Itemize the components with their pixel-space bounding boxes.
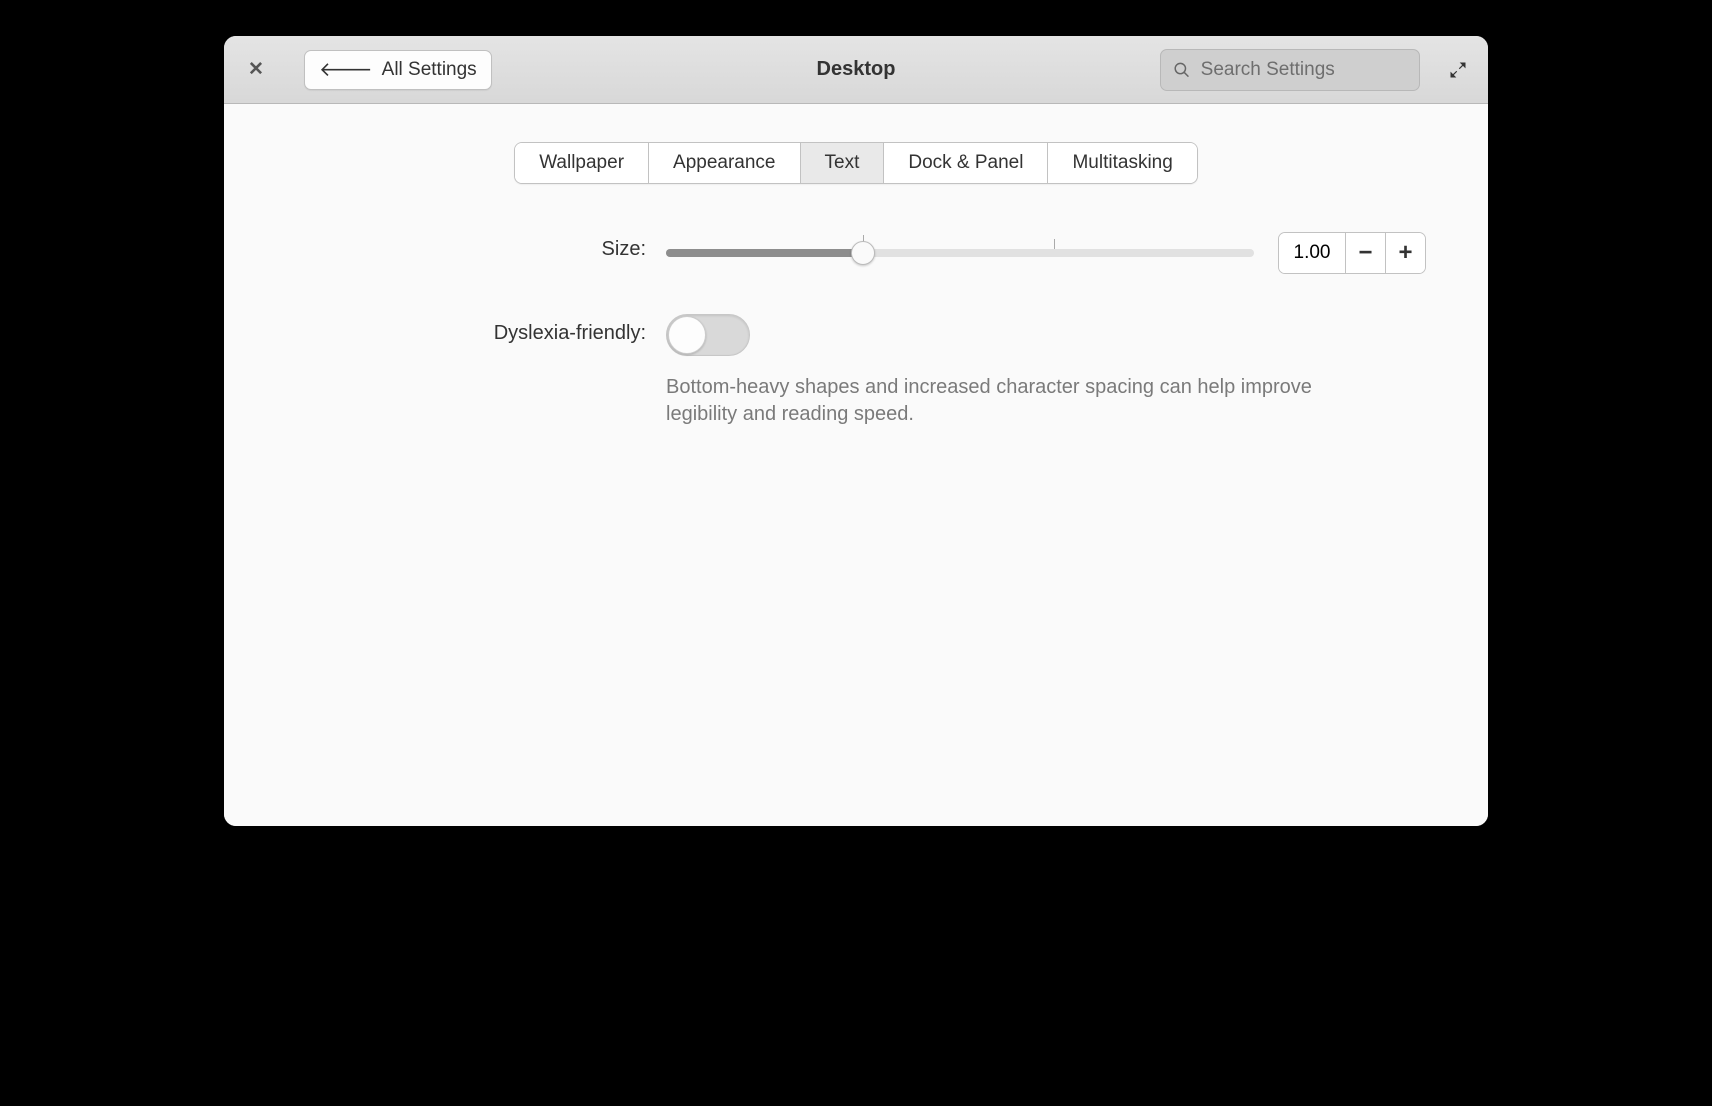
size-decrement-button[interactable]: −: [1345, 233, 1385, 273]
slider-tick-large: [1054, 239, 1055, 249]
slider-fill: [666, 249, 863, 257]
tab-text[interactable]: Text: [800, 143, 884, 183]
close-button[interactable]: ✕: [242, 56, 270, 84]
size-slider[interactable]: [666, 249, 1254, 257]
all-settings-label: All Settings: [382, 59, 477, 81]
slider-track: [666, 249, 1254, 257]
header-right: [1160, 49, 1470, 91]
search-input[interactable]: [1201, 59, 1407, 81]
maximize-button[interactable]: [1446, 58, 1470, 82]
content-area: Wallpaper Appearance Text Dock & Panel M…: [224, 104, 1488, 826]
tab-multitasking[interactable]: Multitasking: [1047, 143, 1196, 183]
close-icon: ✕: [248, 58, 264, 81]
dyslexia-toggle[interactable]: [666, 314, 750, 356]
minus-icon: −: [1358, 239, 1372, 267]
tab-wallpaper[interactable]: Wallpaper: [515, 143, 648, 183]
back-arrow-icon: 🡐: [319, 60, 373, 80]
search-icon: [1173, 60, 1191, 80]
tab-dock-panel[interactable]: Dock & Panel: [883, 143, 1047, 183]
window-header: ✕ 🡐 All Settings Desktop: [224, 36, 1488, 104]
size-row: − +: [666, 232, 1426, 274]
all-settings-back-button[interactable]: 🡐 All Settings: [304, 50, 492, 90]
size-value-input[interactable]: [1279, 233, 1345, 273]
toggle-knob: [668, 316, 706, 354]
settings-grid: Size: − +: [286, 232, 1426, 428]
tab-appearance[interactable]: Appearance: [648, 143, 799, 183]
plus-icon: +: [1398, 239, 1412, 267]
size-label: Size:: [286, 232, 646, 261]
size-stepper: − +: [1278, 232, 1426, 274]
expand-icon: [1448, 60, 1468, 80]
dyslexia-row: Bottom-heavy shapes and increased charac…: [666, 314, 1426, 428]
settings-window: ✕ 🡐 All Settings Desktop Wallpaper Appea…: [224, 36, 1488, 826]
dyslexia-label: Dyslexia-friendly:: [286, 314, 646, 345]
slider-thumb[interactable]: [851, 241, 875, 265]
dyslexia-description: Bottom-heavy shapes and increased charac…: [666, 374, 1326, 428]
tab-bar: Wallpaper Appearance Text Dock & Panel M…: [514, 142, 1198, 184]
search-box[interactable]: [1160, 49, 1420, 91]
size-increment-button[interactable]: +: [1385, 233, 1425, 273]
window-title: Desktop: [817, 58, 896, 81]
